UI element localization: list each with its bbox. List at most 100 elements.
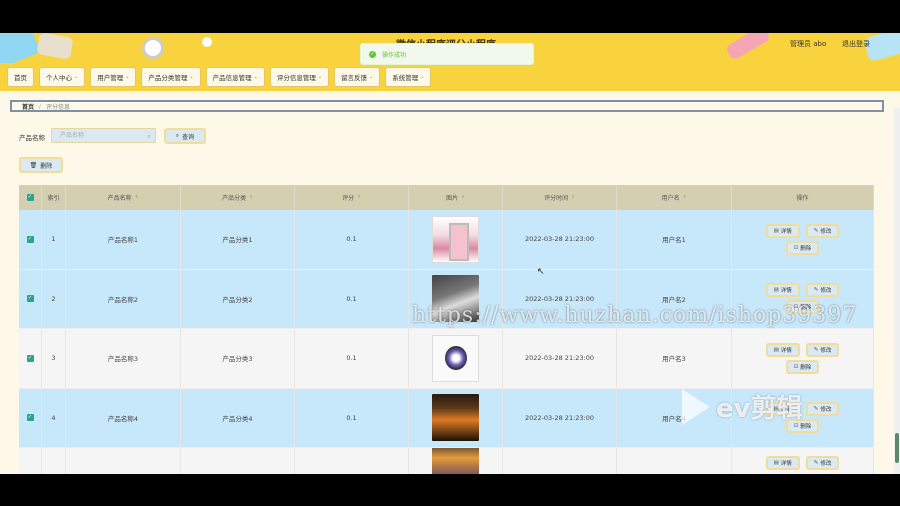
col-label: 评分 [342, 195, 355, 202]
nav-item-system[interactable]: 系统管理 ⌄ [385, 67, 432, 87]
table-row[interactable]: ✓ 3 产品名称3 产品分类3 0.1 2022-03-28 21:23:00 … [19, 329, 874, 389]
delete-button-label: 删除 [40, 162, 53, 170]
document-icon: ▤ [773, 459, 779, 466]
cell-category: 产品分类4 [181, 388, 295, 447]
col-time[interactable]: 评分时间 ⇕ [503, 185, 617, 210]
detail-button[interactable]: ▤ 详情 [765, 223, 800, 238]
col-label: 评分时间 [544, 195, 569, 202]
col-score[interactable]: 评分 ⇕ [295, 185, 409, 210]
vertical-scrollbar[interactable] [894, 108, 900, 474]
row-checkbox[interactable]: ✓ [19, 269, 42, 328]
nav-item-feedback[interactable]: 留言反馈 ⌄ [334, 67, 381, 87]
detail-button[interactable]: ▤ 详情 [765, 455, 800, 470]
nav-item-label: 用户管理 [97, 74, 124, 82]
table-row[interactable]: ▤ 详情 ✎ 修改 [19, 448, 874, 474]
trash-icon: ⊡ [793, 244, 799, 251]
breadcrumb-separator: / [39, 102, 42, 110]
edit-label: 修改 [820, 347, 832, 354]
col-category[interactable]: 产品分类 ⇕ [181, 185, 295, 210]
cell-image [409, 210, 503, 269]
chevron-down-icon: ⌄ [74, 74, 79, 80]
table-row[interactable]: ✓ 1 产品名称1 产品分类1 0.1 2022-03-28 21:23:00 … [19, 210, 874, 270]
nav-item-category[interactable]: 产品分类管理 ⌄ [141, 67, 201, 87]
product-image[interactable] [432, 394, 479, 442]
decor-illustration [36, 33, 74, 60]
cell-empty [503, 448, 617, 474]
cell-actions: ▤ 详情 ✎ 修改 [732, 448, 874, 474]
cell-index: 3 [42, 329, 66, 388]
edit-button[interactable]: ✎ 修改 [805, 223, 840, 238]
edit-button[interactable]: ✎ 修改 [805, 402, 840, 417]
chevron-down-icon: ⌄ [317, 74, 323, 80]
video-letterbox-top [0, 0, 900, 33]
logout-link[interactable]: 退出登录 [842, 39, 870, 49]
select-all-checkbox[interactable]: ✓ [19, 185, 42, 210]
video-letterbox-bottom [0, 474, 900, 506]
detail-label: 详情 [780, 288, 792, 295]
detail-button[interactable]: ▤ 详情 [765, 283, 800, 298]
cell-empty [181, 448, 295, 474]
decor-illustration [142, 37, 164, 59]
search-label: 产品名称 [19, 134, 45, 142]
nav-item-product[interactable]: 产品信息管理 ⌄ [205, 67, 265, 87]
breadcrumb-home[interactable]: 首页 [22, 102, 34, 111]
search-icon: ⌕ [147, 133, 151, 140]
chevron-down-icon: ⌄ [125, 74, 130, 80]
col-username[interactable]: 用户名 ⇕ [617, 185, 732, 210]
watermark-text: https://www.huzhan.com/ishop39397 [412, 303, 858, 328]
product-image[interactable] [432, 215, 479, 263]
nav-item-label: 评分信息管理 [276, 74, 316, 82]
row-checkbox[interactable]: ✓ [19, 210, 42, 269]
top-nav: 首页 个人中心 ⌄ 用户管理 ⌄ 产品分类管理 ⌄ 产品信息管理 ⌄ 评分信息管理 ⌄ 留… [0, 63, 900, 91]
detail-button[interactable]: ▤ 详情 [765, 342, 800, 357]
nav-item-rating[interactable]: 评分信息管理 ⌄ [269, 67, 330, 87]
cell-empty [295, 448, 409, 474]
toast-message: 操作成功 [382, 51, 407, 59]
cell-score: 0.1 [295, 329, 409, 388]
col-image[interactable]: 图片 ⇕ [409, 185, 503, 210]
nav-item-label: 系统管理 [392, 74, 419, 82]
nav-item-profile[interactable]: 个人中心 ⌄ [39, 67, 86, 87]
sort-icon: ⇕ [682, 195, 687, 200]
row-checkbox[interactable]: ✓ [19, 329, 42, 388]
pencil-icon: ✎ [813, 406, 819, 413]
sort-icon: ⇕ [571, 195, 575, 200]
cell-category: 产品分类1 [181, 210, 295, 269]
delete-button[interactable]: ⊡ 删除 [785, 240, 820, 255]
search-input[interactable]: 产品名称 ⌕ [51, 128, 156, 143]
scrollbar-thumb[interactable] [895, 433, 899, 463]
cell-product-name: 产品名称4 [66, 388, 181, 447]
cell-username: 用户名1 [617, 210, 732, 269]
breadcrumb: 首页 / 评分信息 [10, 100, 884, 112]
chevron-down-icon: ⌄ [420, 74, 425, 80]
cell-image [409, 329, 503, 388]
batch-delete-button[interactable]: 🗑 删除 [19, 157, 63, 173]
cell-product-name: 产品名称2 [66, 269, 181, 328]
cell-time: 2022-03-28 21:23:00 [503, 388, 617, 447]
search-icon: ⌕ [175, 132, 180, 139]
delete-label: 删除 [800, 364, 812, 371]
col-index: 索引 [42, 185, 66, 210]
sort-icon: ⇕ [357, 195, 361, 200]
product-image[interactable] [432, 448, 479, 474]
sort-icon: ⇕ [461, 195, 465, 200]
edit-label: 修改 [820, 460, 832, 467]
nav-item-users[interactable]: 用户管理 ⌄ [90, 67, 137, 87]
col-product-name[interactable]: 产品名称 ⇕ [66, 185, 181, 210]
search-button-label: 查询 [182, 133, 195, 141]
cell-category: 产品分类2 [181, 269, 295, 328]
search-button[interactable]: ⌕ 查询 [164, 128, 206, 144]
product-image[interactable] [432, 334, 479, 382]
cell-category: 产品分类3 [181, 329, 295, 388]
nav-item-home[interactable]: 首页 [7, 67, 34, 87]
document-icon: ▤ [773, 287, 779, 294]
row-checkbox[interactable]: ✓ [19, 388, 42, 447]
pencil-icon: ✎ [813, 346, 819, 353]
pencil-icon: ✎ [813, 227, 819, 234]
edit-button[interactable]: ✎ 修改 [805, 283, 840, 298]
col-label: 产品名称 [107, 195, 132, 202]
delete-button[interactable]: ⊡ 删除 [785, 359, 820, 374]
edit-button[interactable]: ✎ 修改 [805, 455, 840, 470]
sort-icon: ⇕ [249, 195, 253, 200]
edit-button[interactable]: ✎ 修改 [805, 342, 840, 357]
